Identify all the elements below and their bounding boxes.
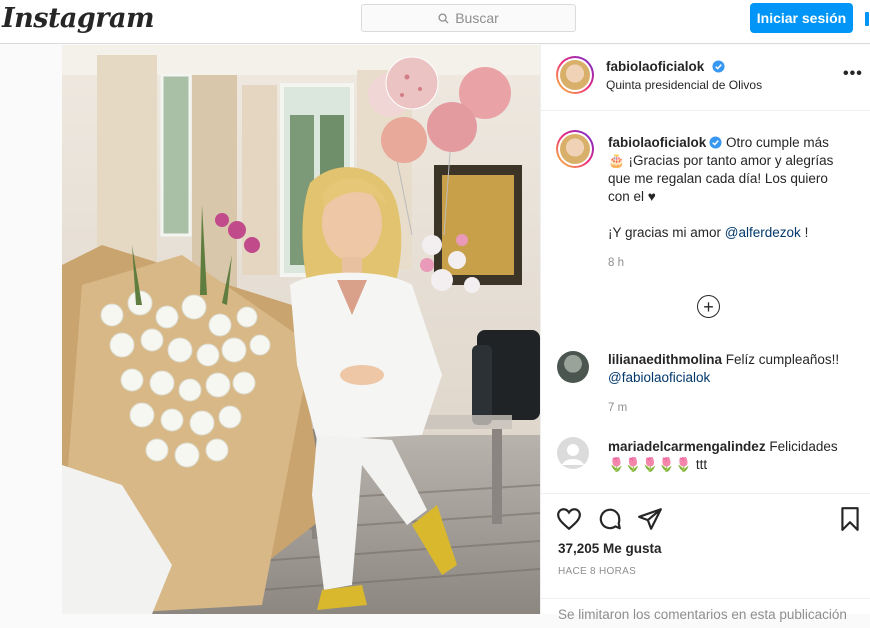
- comment-suffix: ttt: [695, 457, 708, 472]
- caption-line-1: Otro cumple más: [726, 135, 829, 150]
- post-details-panel: fabiolaoficialok Quinta presidencial de …: [540, 45, 870, 622]
- caption-mention-link[interactable]: @alferdezok: [725, 225, 801, 240]
- more-options-icon[interactable]: •••: [843, 65, 863, 83]
- caption-line-4: con el ♥: [608, 189, 656, 204]
- comment-username[interactable]: mariadelcarmengalindez: [608, 439, 766, 454]
- author-avatar[interactable]: [556, 56, 594, 94]
- comments-limited-notice: Se limitaron los comentarios en esta pub…: [541, 598, 870, 628]
- instagram-logo[interactable]: Instagram: [2, 3, 155, 34]
- comment-item: mariadelcarmengalindez Felicidades 🌷🌷🌷🌷🌷…: [608, 438, 863, 474]
- post-caption: fabiolaoficialok Otro cumple más 🎂 ¡Grac…: [608, 134, 858, 272]
- caption-second-paragraph: ¡Y gracias mi amor @alferdezok !: [608, 224, 858, 242]
- bookmark-icon[interactable]: [837, 506, 863, 532]
- caption-thanks-text: ¡Y gracias mi amor: [608, 225, 722, 240]
- author-username[interactable]: fabiolaoficialok: [606, 59, 704, 74]
- search-placeholder: Buscar: [455, 10, 499, 26]
- plus-circle-icon[interactable]: +: [697, 295, 720, 318]
- post-header: fabiolaoficialok Quinta presidencial de …: [541, 45, 870, 111]
- login-button[interactable]: Iniciar sesión: [750, 3, 853, 33]
- post-photo-illustration: [62, 45, 540, 614]
- paper-plane-icon[interactable]: [637, 506, 663, 532]
- comment-text: Felicidades: [769, 439, 838, 454]
- signup-link-edge[interactable]: [865, 12, 869, 26]
- caption-end-text: !: [804, 225, 809, 240]
- commenter-avatar[interactable]: [557, 351, 589, 383]
- caption-line-3: que me regalan cada día! Los quiero: [608, 171, 828, 186]
- comment-mention-link[interactable]: @fabiolaoficialok: [608, 369, 863, 387]
- caption-line-2: 🎂 ¡Gracias por tanto amor y alegrías: [608, 153, 834, 168]
- top-navigation-bar: Instagram Buscar Iniciar sesión: [0, 0, 870, 44]
- post-location[interactable]: Quinta presidencial de Olivos: [606, 78, 762, 92]
- comment-item: lilianaedithmolina Felíz cumpleaños!! @f…: [608, 351, 863, 417]
- caption-time[interactable]: 8 h: [608, 254, 858, 272]
- post-actions-section: 37,205 Me gusta HACE 8 HORAS Se limitaro…: [541, 493, 870, 622]
- comment-time[interactable]: 7 m: [608, 399, 863, 417]
- comment-emojis: 🌷🌷🌷🌷🌷: [608, 457, 693, 472]
- search-icon: [438, 12, 449, 24]
- caption-username[interactable]: fabiolaoficialok: [608, 135, 706, 150]
- commenter-avatar-default[interactable]: [557, 437, 589, 469]
- comment-username[interactable]: lilianaedithmolina: [608, 352, 722, 367]
- post-timestamp[interactable]: HACE 8 HORAS: [558, 566, 636, 577]
- likes-count[interactable]: 37,205 Me gusta: [558, 541, 662, 556]
- post-photo[interactable]: [62, 45, 540, 614]
- comment-text: Felíz cumpleaños!!: [725, 352, 840, 367]
- caption-avatar[interactable]: [556, 130, 594, 168]
- default-user-icon: [562, 444, 584, 465]
- heart-icon[interactable]: [556, 506, 582, 532]
- comment-bubble-icon[interactable]: [597, 506, 623, 532]
- search-input[interactable]: Buscar: [361, 4, 576, 32]
- verified-badge-icon: [709, 136, 722, 149]
- verified-badge-icon: [712, 60, 725, 73]
